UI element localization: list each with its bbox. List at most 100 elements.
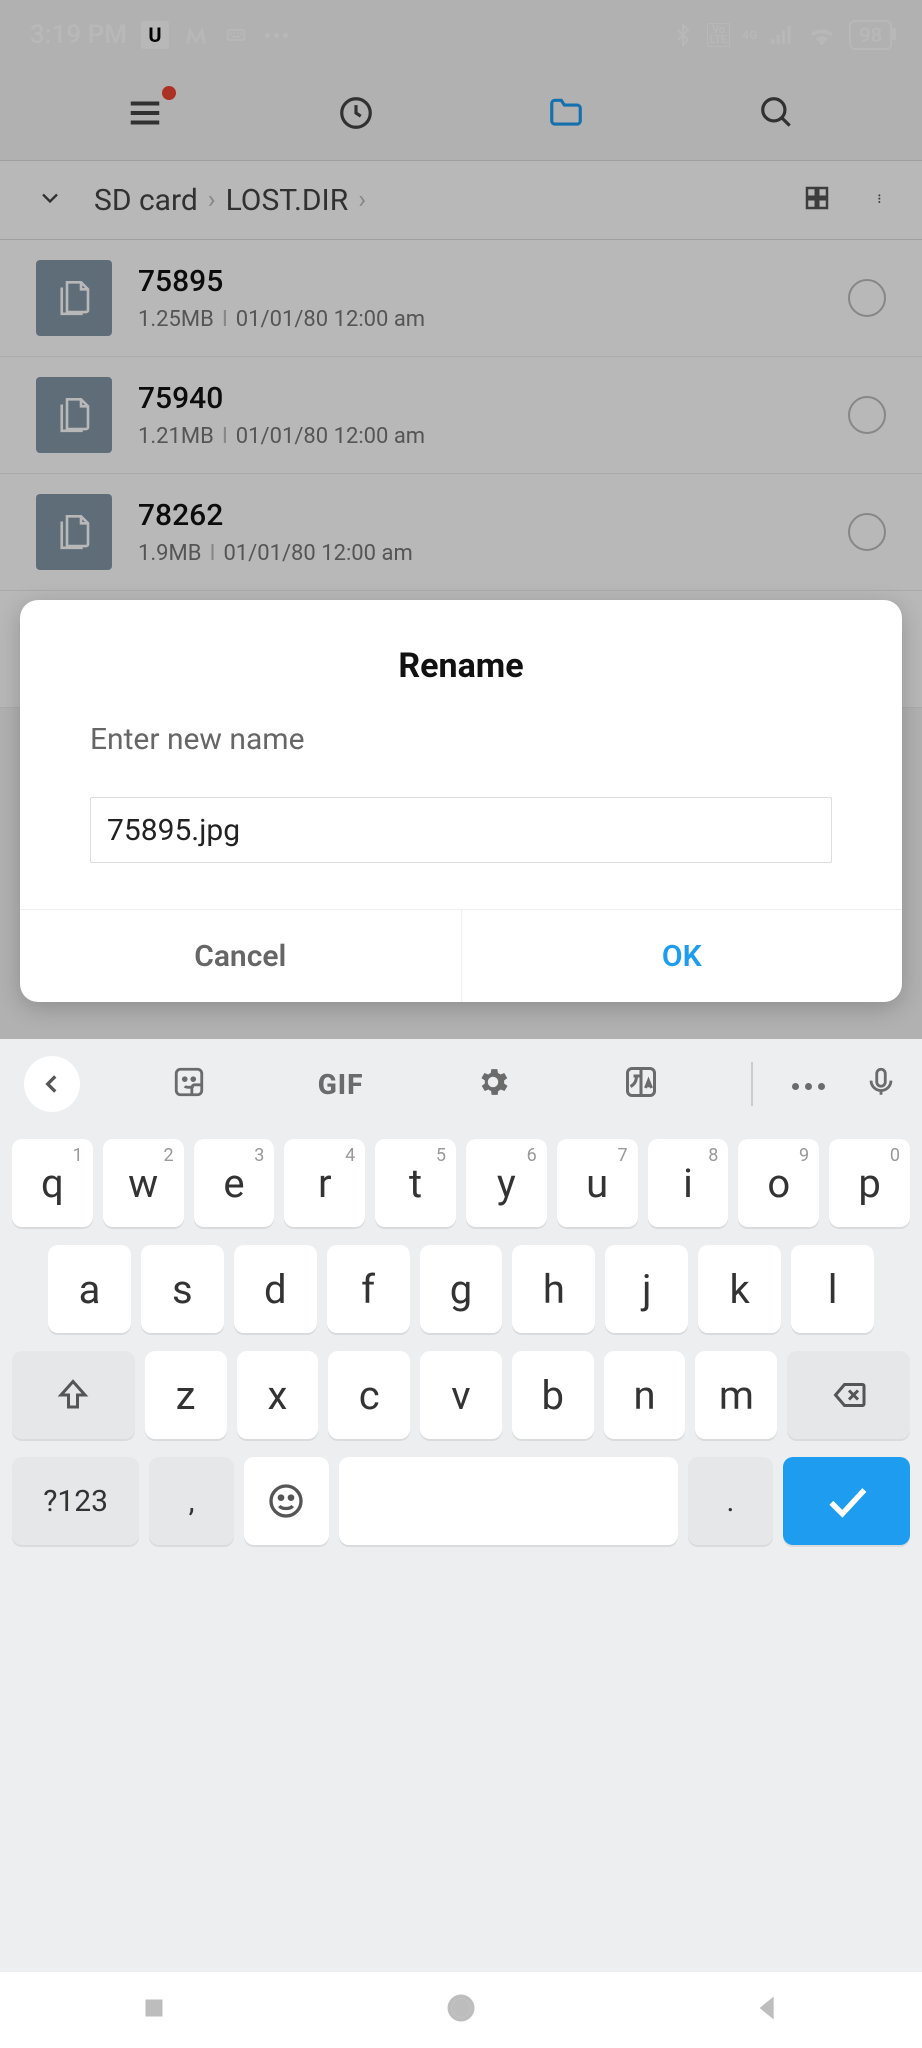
key-r[interactable]: r4 [284,1139,365,1227]
app-u-icon: U [141,21,169,49]
dialog-title: Rename [20,600,902,696]
rename-input[interactable] [90,797,832,863]
space-key[interactable] [339,1457,678,1545]
sticker-icon[interactable] [172,1065,206,1103]
kb-back-button[interactable] [24,1056,80,1112]
kb-more-button[interactable] [789,1075,828,1094]
divider [751,1062,753,1106]
symbols-key[interactable]: ?123 [12,1457,139,1545]
file-icon [36,260,112,336]
file-meta: 1.9MBI01/01/80 12:00 am [138,541,413,566]
wifi-icon [807,20,837,50]
key-m[interactable]: m [695,1351,777,1439]
keyboard: GIF q1 w2 e3 r4 t5 y6 u7 i8 o9 p0 a s d … [0,1039,922,2048]
notification-dot [162,86,176,100]
navigation-bar [0,1972,922,2048]
key-e[interactable]: e3 [194,1139,275,1227]
nav-recent-button[interactable] [137,1991,171,2029]
key-o[interactable]: o9 [738,1139,819,1227]
rename-dialog: Rename Enter new name Cancel OK [20,600,902,1002]
dialog-label: Enter new name [20,696,902,767]
file-icon [36,494,112,570]
key-w[interactable]: w2 [103,1139,184,1227]
battery-icon: 98 [849,20,892,50]
nav-home-button[interactable] [444,1991,478,2029]
view-grid-button[interactable] [802,183,832,217]
breadcrumb-folder[interactable]: LOST.DIR [226,183,349,218]
files-tab[interactable] [547,94,585,136]
comma-key[interactable]: , [149,1457,234,1545]
key-j[interactable]: j [605,1245,688,1333]
more-status-icon [263,33,290,38]
breadcrumb[interactable]: SD card › LOST.DIR › [94,183,366,218]
backspace-key[interactable] [787,1351,910,1439]
key-q[interactable]: q1 [12,1139,93,1227]
key-p[interactable]: p0 [829,1139,910,1227]
key-d[interactable]: d [234,1245,317,1333]
chevron-right-icon: › [358,185,366,215]
key-u[interactable]: u7 [557,1139,638,1227]
chevron-right-icon: › [208,185,216,215]
gif-button[interactable]: GIF [318,1068,364,1101]
select-radio[interactable] [848,279,886,317]
more-options-button[interactable] [878,183,886,217]
key-i[interactable]: i8 [648,1139,729,1227]
key-z[interactable]: z [145,1351,227,1439]
keyboard-row-2: a s d f g h j k l [12,1245,910,1333]
ok-button[interactable]: OK [462,910,903,1002]
key-v[interactable]: v [420,1351,502,1439]
bluetooth-icon [671,23,695,47]
keyboard-row-3: z x c v b n m [12,1351,910,1439]
key-k[interactable]: k [698,1245,781,1333]
file-row[interactable]: 75940 1.21MBI01/01/80 12:00 am [0,357,922,474]
file-meta: 1.21MBI01/01/80 12:00 am [138,424,425,449]
breadcrumb-expand[interactable] [36,184,64,216]
key-c[interactable]: c [328,1351,410,1439]
keyboard-status-icon [223,25,249,45]
file-row[interactable]: 78262 1.9MBI01/01/80 12:00 am [0,474,922,591]
network-type: 4G [742,30,757,41]
shift-key[interactable] [12,1351,135,1439]
recent-tab[interactable] [337,94,375,136]
file-row[interactable]: 75895 1.25MBI01/01/80 12:00 am [0,240,922,357]
translate-icon[interactable] [623,1064,659,1104]
select-radio[interactable] [848,513,886,551]
status-time: 3:19 PM [30,20,127,50]
key-x[interactable]: x [237,1351,319,1439]
mic-icon[interactable] [864,1065,898,1103]
status-bar: 3:19 PM U VoLTE 4G 98 [0,0,922,70]
file-name: 75940 [138,381,425,416]
nav-back-button[interactable] [751,1991,785,2029]
cancel-button[interactable]: Cancel [20,910,462,1002]
enter-key[interactable] [783,1457,910,1545]
period-key[interactable]: . [688,1457,773,1545]
breadcrumb-root[interactable]: SD card [94,183,198,218]
keyboard-row-4: ?123 , . [12,1457,910,1545]
signal-icon [769,22,795,48]
file-icon [36,377,112,453]
breadcrumb-bar: SD card › LOST.DIR › [0,160,922,240]
settings-icon[interactable] [475,1064,511,1104]
key-a[interactable]: a [48,1245,131,1333]
search-button[interactable] [758,94,796,136]
key-f[interactable]: f [327,1245,410,1333]
key-t[interactable]: t5 [375,1139,456,1227]
key-l[interactable]: l [791,1245,874,1333]
emoji-key[interactable] [244,1457,329,1545]
key-s[interactable]: s [141,1245,224,1333]
app-toolbar [0,70,922,160]
key-n[interactable]: n [604,1351,686,1439]
key-g[interactable]: g [420,1245,503,1333]
key-h[interactable]: h [512,1245,595,1333]
menu-button[interactable] [126,94,164,136]
app-m-icon [183,22,209,48]
file-meta: 1.25MBI01/01/80 12:00 am [138,307,425,332]
volte-icon: VoLTE [707,23,731,47]
key-y[interactable]: y6 [466,1139,547,1227]
file-name: 78262 [138,498,413,533]
keyboard-row-1: q1 w2 e3 r4 t5 y6 u7 i8 o9 p0 [12,1139,910,1227]
key-b[interactable]: b [512,1351,594,1439]
file-name: 75895 [138,264,425,299]
keyboard-toolbar: GIF [0,1039,922,1129]
select-radio[interactable] [848,396,886,434]
